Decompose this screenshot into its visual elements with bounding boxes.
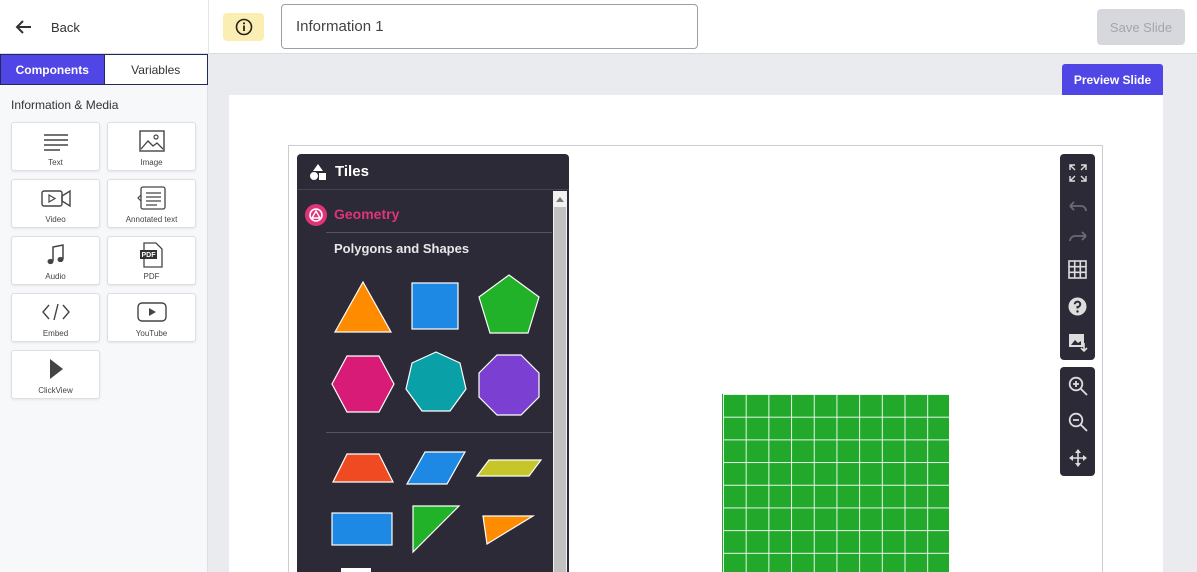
component-annotated-text[interactable]: Annotated text xyxy=(107,179,196,228)
tiles-panel: Tiles Geometry Polygons and Shapes xyxy=(297,154,569,572)
sidebar: Components Variables Information & Media… xyxy=(0,54,208,572)
component-label: Video xyxy=(45,215,66,224)
component-label: Annotated text xyxy=(125,215,178,224)
top-bar: Back Save Slide xyxy=(0,0,1197,54)
redo-icon xyxy=(1068,230,1087,241)
divider xyxy=(326,432,552,433)
info-icon xyxy=(235,18,252,36)
canvas-toolbar xyxy=(1060,154,1095,360)
zoom-toolbar xyxy=(1060,367,1095,476)
component-label: Audio xyxy=(45,272,66,281)
component-youtube[interactable]: YouTube xyxy=(107,293,196,342)
rectangle-tile[interactable] xyxy=(331,512,393,546)
rhombus-thin-tile[interactable] xyxy=(475,458,543,478)
youtube-play-icon xyxy=(136,302,167,322)
component-label: PDF xyxy=(143,272,160,281)
component-label: ClickView xyxy=(38,386,73,395)
pdf-file-icon: PDF xyxy=(139,242,163,268)
arrow-left-icon xyxy=(15,20,31,34)
image-icon xyxy=(138,130,165,152)
info-button[interactable] xyxy=(223,13,264,41)
section-title: Information & Media xyxy=(11,98,119,112)
zoom-out-button[interactable] xyxy=(1065,409,1090,434)
component-embed[interactable]: Embed xyxy=(11,293,100,342)
rhombus-blue-tile[interactable] xyxy=(405,450,467,486)
save-slide-button[interactable]: Save Slide xyxy=(1097,9,1185,45)
zoom-in-icon xyxy=(1068,376,1088,396)
help-icon xyxy=(1068,297,1087,316)
undo-button[interactable] xyxy=(1065,194,1090,219)
tab-variables[interactable]: Variables xyxy=(103,55,207,84)
tab-components[interactable]: Components xyxy=(1,55,104,84)
text-lines-icon xyxy=(43,134,68,151)
component-clickview[interactable]: ClickView xyxy=(11,350,100,399)
acute-triangle-tile[interactable] xyxy=(481,514,535,546)
fullscreen-button[interactable] xyxy=(1065,160,1090,185)
shapes-icon xyxy=(310,164,326,180)
category-geometry[interactable]: Geometry xyxy=(334,206,399,222)
hexagon-tile[interactable] xyxy=(330,354,396,414)
component-image[interactable]: Image xyxy=(107,122,196,171)
tiles-header: Tiles xyxy=(297,154,569,190)
hundred-grid-tile[interactable] xyxy=(722,394,949,572)
geometry-icon xyxy=(305,204,327,226)
fullscreen-icon xyxy=(1068,163,1087,182)
divider xyxy=(208,0,209,54)
music-note-icon xyxy=(47,244,64,265)
component-pdf[interactable]: PDF PDF xyxy=(107,236,196,285)
preview-slide-button[interactable]: Preview Slide xyxy=(1062,64,1163,95)
triangle-tile[interactable] xyxy=(333,280,393,334)
annotated-text-icon xyxy=(136,186,166,210)
sidebar-tabs: Components Variables xyxy=(0,54,208,85)
redo-button[interactable] xyxy=(1065,224,1090,249)
grid-button[interactable] xyxy=(1065,257,1090,282)
zoom-in-button[interactable] xyxy=(1065,373,1090,398)
slide-title-input[interactable] xyxy=(281,4,698,49)
right-triangle-tile[interactable] xyxy=(411,504,461,554)
code-icon xyxy=(41,303,70,321)
download-image-icon xyxy=(1068,333,1088,352)
download-image-button[interactable] xyxy=(1065,329,1090,354)
scrollbar-thumb[interactable] xyxy=(554,207,566,572)
help-button[interactable] xyxy=(1065,294,1090,319)
undo-icon xyxy=(1068,200,1087,211)
component-label: Text xyxy=(48,158,63,167)
grid-icon xyxy=(1068,260,1087,279)
svg-text:PDF: PDF xyxy=(141,252,156,259)
pan-button[interactable] xyxy=(1065,445,1090,470)
back-label: Back xyxy=(51,19,80,35)
subcategory-polygons: Polygons and Shapes xyxy=(334,241,470,256)
play-triangle-icon xyxy=(49,359,63,379)
pentagon-tile[interactable] xyxy=(477,273,541,335)
zoom-out-icon xyxy=(1068,412,1088,432)
scroll-up-icon[interactable] xyxy=(556,196,564,202)
video-camera-icon xyxy=(40,189,71,208)
component-label: YouTube xyxy=(135,329,168,338)
component-text[interactable]: Text xyxy=(11,122,100,171)
heptagon-tile[interactable] xyxy=(403,350,469,416)
back-button[interactable]: Back xyxy=(14,14,80,40)
square-tile[interactable] xyxy=(411,282,459,330)
component-audio[interactable]: Audio xyxy=(11,236,100,285)
tiles-title: Tiles xyxy=(335,163,369,180)
component-label: Embed xyxy=(42,329,69,338)
octagon-tile[interactable] xyxy=(477,353,541,417)
partial-tile[interactable] xyxy=(341,568,371,572)
trapezoid-tile[interactable] xyxy=(331,452,395,484)
pan-icon xyxy=(1068,448,1087,467)
component-label: Image xyxy=(140,158,163,167)
divider xyxy=(326,232,552,233)
component-video[interactable]: Video xyxy=(11,179,100,228)
